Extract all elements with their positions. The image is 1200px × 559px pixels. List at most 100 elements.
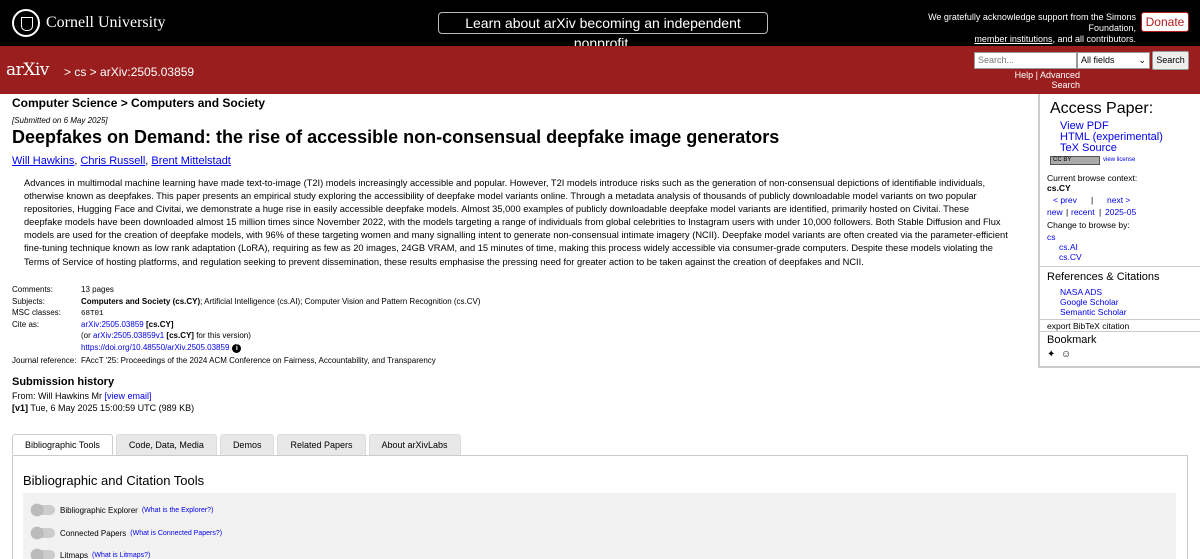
meta-key: MSC classes: bbox=[12, 308, 61, 317]
msc-value: 68T01 bbox=[81, 310, 104, 318]
chevron-down-icon: ⌄ bbox=[1138, 55, 1146, 65]
tab-code-data-media[interactable]: Code, Data, Media bbox=[115, 434, 217, 455]
tab-bibliographic-tools[interactable]: Bibliographic Tools bbox=[12, 434, 113, 455]
nasa-ads-link[interactable]: NASA ADS bbox=[1060, 287, 1102, 297]
divider bbox=[1040, 331, 1200, 332]
search-button[interactable]: Search bbox=[1152, 51, 1189, 70]
reddit-icon[interactable]: ☺ bbox=[1061, 349, 1071, 360]
export-bibtex-link[interactable]: export BibTeX citation bbox=[1047, 321, 1129, 331]
journal-value: FAccT '25: Proceedings of the 2024 ACM C… bbox=[81, 356, 436, 365]
doi-link[interactable]: https://doi.org/10.48550/arXiv.2505.0385… bbox=[81, 343, 229, 352]
doi-row: https://doi.org/10.48550/arXiv.2505.0385… bbox=[12, 342, 712, 354]
semantic-scholar-link[interactable]: Semantic Scholar bbox=[1060, 307, 1127, 317]
access-paper-title: Access Paper: bbox=[1050, 100, 1154, 117]
toggle-switch[interactable] bbox=[31, 504, 55, 516]
separator: | bbox=[1035, 70, 1038, 80]
new-link[interactable]: new bbox=[1047, 207, 1063, 217]
support-line-1: We gratefully acknowledge support from t… bbox=[928, 12, 1136, 33]
cite-or: (or bbox=[81, 331, 93, 340]
secondary-subjects: ; Artificial Intelligence (cs.AI); Compu… bbox=[200, 296, 481, 306]
separator: | bbox=[1066, 207, 1069, 217]
tool-help-link[interactable]: (What is the Explorer?) bbox=[142, 507, 214, 514]
support-text: We gratefully acknowledge support from t… bbox=[884, 12, 1136, 45]
university-name: Cornell University bbox=[46, 14, 166, 31]
metadata-table: Comments: 13 pages Subjects: Computers a… bbox=[12, 284, 712, 367]
help-links: Help | Advanced Search bbox=[990, 70, 1080, 90]
tool-label: Connected Papers bbox=[60, 528, 127, 538]
date-link[interactable]: 2025-05 bbox=[1105, 207, 1136, 217]
view-license-link[interactable]: view license bbox=[1103, 157, 1135, 163]
donate-button[interactable]: Donate bbox=[1141, 12, 1189, 32]
prev-link[interactable]: < prev bbox=[1053, 195, 1077, 205]
toggle-switch[interactable] bbox=[31, 527, 55, 539]
tab-about-arxivlabs[interactable]: About arXivLabs bbox=[368, 434, 461, 455]
msc-row: MSC classes: 68T01 bbox=[12, 307, 712, 319]
tool-help-link[interactable]: (What is Connected Papers?) bbox=[130, 530, 222, 537]
cite-v1-link[interactable]: arXiv:2505.03859v1 bbox=[93, 331, 164, 340]
author-link[interactable]: Brent Mittelstadt bbox=[151, 155, 230, 167]
divider bbox=[1040, 266, 1200, 267]
search-input[interactable]: Search... bbox=[974, 52, 1077, 69]
separator: | bbox=[1091, 195, 1094, 205]
version-1: [v1] Tue, 6 May 2025 15:00:59 UTC (989 K… bbox=[12, 403, 194, 413]
support-line-2: , and all contributors. bbox=[1052, 34, 1136, 44]
cornell-seal-icon bbox=[12, 9, 40, 37]
next-link[interactable]: next > bbox=[1107, 195, 1130, 205]
comments-value: 13 pages bbox=[81, 285, 114, 294]
browse-context-label: Current browse context: bbox=[1047, 173, 1138, 183]
member-institutions-link[interactable]: member institutions bbox=[974, 34, 1052, 44]
tools-box bbox=[23, 493, 1176, 559]
tex-source-link[interactable]: TeX Source bbox=[1060, 142, 1117, 154]
cite-row: Cite as: arXiv:2505.03859 [cs.CY] bbox=[12, 319, 712, 331]
journal-row: Journal reference: FAccT '25: Proceeding… bbox=[12, 355, 712, 367]
submission-history-title: Submission history bbox=[12, 376, 115, 388]
separator: | bbox=[1099, 207, 1102, 217]
browse-cs-ai-link[interactable]: cs.AI bbox=[1059, 242, 1078, 252]
recent-link[interactable]: recent bbox=[1071, 207, 1095, 217]
toggle-switch[interactable] bbox=[31, 549, 55, 559]
tab-related-papers[interactable]: Related Papers bbox=[277, 434, 366, 455]
view-email-link[interactable]: [view email] bbox=[105, 391, 152, 401]
version-tag: [v1] bbox=[12, 403, 29, 413]
cite-version-row: (or arXiv:2505.03859v1 [cs.CY] for this … bbox=[12, 330, 712, 342]
submitter: From: Will Hawkins Mr bbox=[12, 391, 105, 401]
search-field-value: All fields bbox=[1081, 55, 1115, 65]
tool-row: Connected Papers (What is Connected Pape… bbox=[31, 527, 222, 539]
tool-label: Litmaps bbox=[60, 550, 89, 559]
references-title: References & Citations bbox=[1047, 271, 1160, 283]
tool-label: Bibliographic Explorer bbox=[60, 505, 138, 515]
meta-key: Subjects: bbox=[12, 296, 45, 306]
bibsonomy-icon[interactable]: ✦ bbox=[1047, 349, 1055, 360]
announcement-banner[interactable]: Learn about arXiv becoming an independen… bbox=[438, 12, 768, 51]
cc-license-icon[interactable]: CC BY bbox=[1050, 156, 1100, 165]
google-scholar-link[interactable]: Google Scholar bbox=[1060, 297, 1119, 307]
abstract: Advances in multimodal machine learning … bbox=[24, 178, 1008, 267]
author-link[interactable]: Chris Russell bbox=[80, 155, 145, 167]
top-bar: Cornell University Learn about arXiv bec… bbox=[0, 0, 1200, 51]
breadcrumb[interactable]: > cs > arXiv:2505.03859 bbox=[64, 65, 194, 79]
author-link[interactable]: Will Hawkins bbox=[12, 155, 74, 167]
browse-cs-link[interactable]: cs bbox=[1047, 232, 1056, 242]
cite-link[interactable]: arXiv:2505.03859 bbox=[81, 320, 144, 329]
primary-subject: Computers and Society (cs.CY) bbox=[81, 296, 201, 306]
meta-key: Journal reference: bbox=[12, 356, 77, 365]
browse-cs-cv-link[interactable]: cs.CV bbox=[1059, 252, 1082, 262]
arxiv-logo[interactable]: arXiv bbox=[6, 60, 49, 80]
tab-bar: Bibliographic Tools Code, Data, Media De… bbox=[12, 434, 461, 455]
meta-key: Cite as: bbox=[12, 319, 40, 329]
submitted-date: [Submitted on 6 May 2025] bbox=[12, 116, 108, 125]
bookmark-title: Bookmark bbox=[1047, 334, 1097, 346]
search-field-select[interactable]: All fields ⌄ bbox=[1077, 52, 1150, 69]
tool-help-link[interactable]: (What is Litmaps?) bbox=[92, 552, 150, 559]
paper-title: Deepfakes on Demand: the rise of accessi… bbox=[12, 127, 780, 147]
advanced-search-link[interactable]: Advanced Search bbox=[1040, 70, 1080, 90]
cite-v1-tag: [cs.CY] bbox=[166, 331, 194, 340]
change-browse-label: Change to browse by: bbox=[1047, 220, 1130, 230]
subjects-value: Computers and Society (cs.CY); Artificia… bbox=[81, 296, 712, 308]
submission-from: From: Will Hawkins Mr [view email] bbox=[12, 391, 152, 401]
help-link[interactable]: Help bbox=[1015, 70, 1034, 80]
tab-demos[interactable]: Demos bbox=[219, 434, 275, 455]
tool-row: Bibliographic Explorer (What is the Expl… bbox=[31, 504, 213, 516]
cornell-logo[interactable]: Cornell University bbox=[12, 9, 166, 37]
info-icon[interactable]: i bbox=[232, 343, 242, 353]
